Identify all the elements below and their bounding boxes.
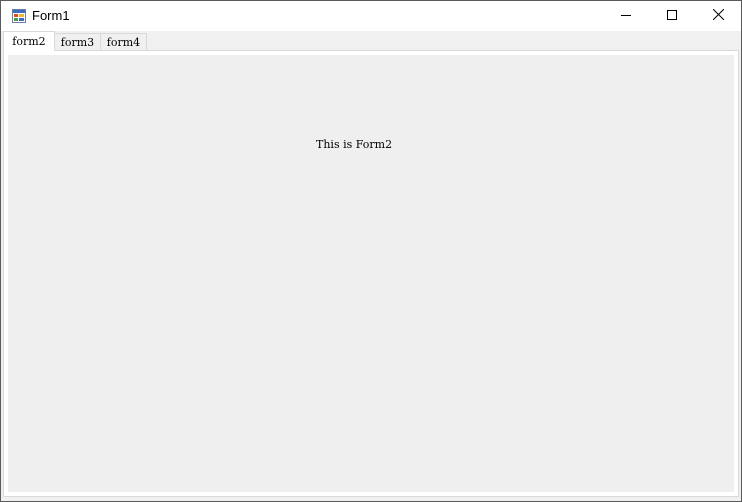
window-title: Form1 [32, 8, 70, 23]
maximize-button[interactable] [649, 1, 695, 31]
tab-label: form3 [60, 36, 95, 49]
main-window: Form1 form2 form3 form4 This is Form2 [0, 0, 742, 502]
minimize-button[interactable] [603, 1, 649, 31]
app-icon [12, 9, 26, 23]
embedded-form2: This is Form2 [8, 55, 734, 492]
close-icon [712, 7, 724, 25]
maximize-icon [667, 7, 677, 25]
tab-form3[interactable]: form3 [54, 33, 101, 51]
tab-strip: form2 form3 form4 [1, 31, 741, 51]
form2-label: This is Form2 [316, 138, 393, 151]
tab-form2[interactable]: form2 [3, 31, 55, 51]
title-bar[interactable]: Form1 [1, 1, 741, 31]
tab-label: form2 [12, 35, 46, 48]
close-button[interactable] [695, 1, 741, 31]
tab-form4[interactable]: form4 [100, 33, 147, 51]
tab-label: form4 [106, 36, 141, 49]
tab-panel: This is Form2 [3, 50, 739, 497]
minimize-icon [621, 7, 631, 25]
